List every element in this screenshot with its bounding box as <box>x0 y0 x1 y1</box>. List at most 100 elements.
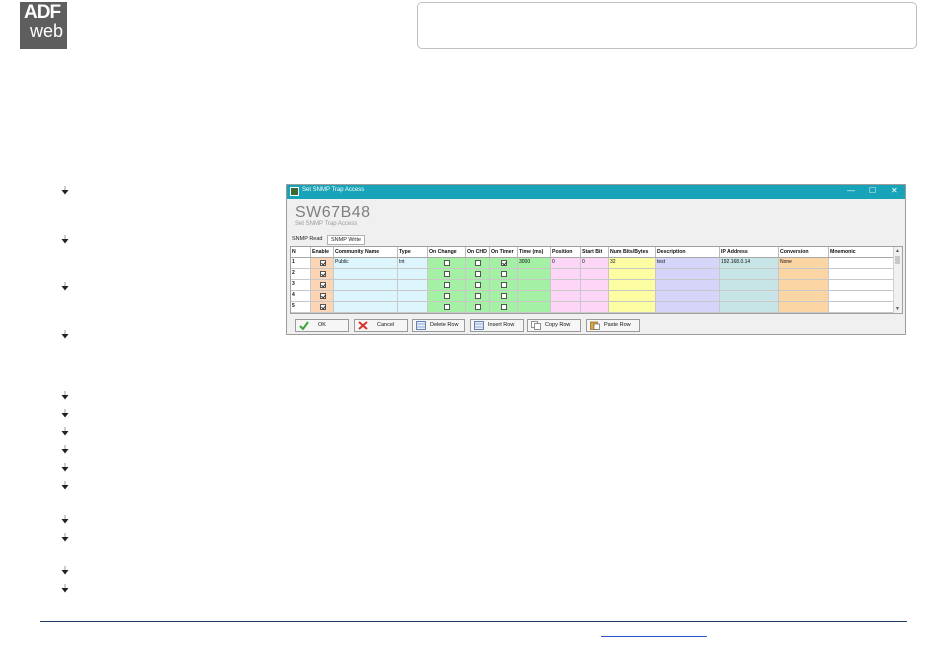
checkbox[interactable] <box>501 260 507 266</box>
footer-link[interactable] <box>601 636 707 637</box>
tab-snmp-read[interactable]: SNMP Read <box>289 235 326 245</box>
scroll-thumb[interactable] <box>895 256 900 264</box>
cell-enable[interactable] <box>311 258 334 269</box>
cell-time[interactable] <box>518 302 551 313</box>
cell-start-bit[interactable] <box>581 280 609 291</box>
vertical-scrollbar[interactable]: ▲ ▼ <box>893 247 902 313</box>
checkbox[interactable] <box>475 282 481 288</box>
cell-n[interactable]: 3 <box>291 280 311 291</box>
cell-mnemonic[interactable] <box>829 269 894 280</box>
cell-type[interactable] <box>398 302 428 313</box>
cell-num-bits[interactable]: 32 <box>609 258 656 269</box>
cell-mnemonic[interactable] <box>829 258 894 269</box>
cell-description[interactable] <box>656 291 720 302</box>
cell-ip[interactable] <box>720 291 779 302</box>
cell-start-bit[interactable] <box>581 269 609 280</box>
ok-button[interactable]: OK <box>295 319 349 332</box>
cell-position[interactable] <box>551 302 581 313</box>
cell-community[interactable] <box>334 302 398 313</box>
cell-on-timer[interactable] <box>490 280 518 291</box>
cell-community[interactable] <box>334 280 398 291</box>
cell-description[interactable] <box>656 302 720 313</box>
table-row[interactable]: 2 <box>291 269 896 280</box>
checkbox[interactable] <box>444 282 450 288</box>
checkbox[interactable] <box>501 282 507 288</box>
cell-enable[interactable] <box>311 302 334 313</box>
scroll-up-icon[interactable]: ▲ <box>895 248 900 254</box>
cell-on-chd[interactable] <box>466 302 490 313</box>
table-row[interactable]: 5 <box>291 302 896 313</box>
table-row[interactable]: 3 <box>291 280 896 291</box>
minimize-icon[interactable]: — <box>847 186 855 195</box>
cell-on-timer[interactable] <box>490 291 518 302</box>
cell-on-chd[interactable] <box>466 258 490 269</box>
cell-mnemonic[interactable] <box>829 280 894 291</box>
cancel-button[interactable]: Cancel <box>354 319 408 332</box>
cell-community[interactable]: Public <box>334 258 398 269</box>
cell-mnemonic[interactable] <box>829 302 894 313</box>
cell-type[interactable]: Int <box>398 258 428 269</box>
cell-ip[interactable] <box>720 280 779 291</box>
cell-num-bits[interactable] <box>609 291 656 302</box>
cell-description[interactable]: test <box>656 258 720 269</box>
cell-time[interactable]: 3000 <box>518 258 551 269</box>
checkbox[interactable] <box>444 260 450 266</box>
cell-conversion[interactable] <box>779 269 829 280</box>
cell-on-chd[interactable] <box>466 291 490 302</box>
close-icon[interactable]: ✕ <box>891 186 898 195</box>
cell-type[interactable] <box>398 280 428 291</box>
checkbox[interactable] <box>320 282 326 288</box>
cell-enable[interactable] <box>311 280 334 291</box>
cell-description[interactable] <box>656 269 720 280</box>
cell-time[interactable] <box>518 280 551 291</box>
insert-row-button[interactable]: Insert Row <box>470 319 524 332</box>
checkbox[interactable] <box>444 293 450 299</box>
cell-n[interactable]: 4 <box>291 291 311 302</box>
cell-num-bits[interactable] <box>609 269 656 280</box>
maximize-icon[interactable]: ☐ <box>869 186 876 195</box>
copy-row-button[interactable]: Copy Row <box>527 319 581 332</box>
checkbox[interactable] <box>320 293 326 299</box>
cell-conversion[interactable] <box>779 302 829 313</box>
cell-num-bits[interactable] <box>609 280 656 291</box>
cell-time[interactable] <box>518 269 551 280</box>
cell-conversion[interactable]: None <box>779 258 829 269</box>
cell-position[interactable]: 0 <box>551 258 581 269</box>
checkbox[interactable] <box>444 304 450 310</box>
cell-on-timer[interactable] <box>490 258 518 269</box>
cell-community[interactable] <box>334 269 398 280</box>
cell-on-change[interactable] <box>428 269 466 280</box>
cell-on-chd[interactable] <box>466 280 490 291</box>
table-row[interactable]: 1 Public Int 3000 0 0 32 test 192.168.0.14 None <box>291 258 896 269</box>
cell-ip[interactable] <box>720 302 779 313</box>
cell-on-change[interactable] <box>428 258 466 269</box>
cell-on-chd[interactable] <box>466 269 490 280</box>
cell-type[interactable] <box>398 291 428 302</box>
checkbox[interactable] <box>501 271 507 277</box>
checkbox[interactable] <box>501 304 507 310</box>
cell-start-bit[interactable]: 0 <box>581 258 609 269</box>
checkbox[interactable] <box>320 271 326 277</box>
cell-on-timer[interactable] <box>490 302 518 313</box>
table-row[interactable]: 4 <box>291 291 896 302</box>
cell-ip[interactable]: 192.168.0.14 <box>720 258 779 269</box>
cell-description[interactable] <box>656 280 720 291</box>
scroll-down-icon[interactable]: ▼ <box>895 306 900 312</box>
cell-position[interactable] <box>551 291 581 302</box>
checkbox[interactable] <box>320 260 326 266</box>
cell-conversion[interactable] <box>779 291 829 302</box>
cell-ip[interactable] <box>720 269 779 280</box>
cell-mnemonic[interactable] <box>829 291 894 302</box>
cell-community[interactable] <box>334 291 398 302</box>
cell-on-change[interactable] <box>428 280 466 291</box>
cell-conversion[interactable] <box>779 280 829 291</box>
cell-start-bit[interactable] <box>581 302 609 313</box>
cell-num-bits[interactable] <box>609 302 656 313</box>
paste-row-button[interactable]: Paste Row <box>586 319 640 332</box>
cell-n[interactable]: 2 <box>291 269 311 280</box>
tab-snmp-write[interactable]: SNMP Write <box>327 235 366 245</box>
checkbox[interactable] <box>475 293 481 299</box>
checkbox[interactable] <box>475 271 481 277</box>
cell-enable[interactable] <box>311 291 334 302</box>
cell-on-change[interactable] <box>428 291 466 302</box>
